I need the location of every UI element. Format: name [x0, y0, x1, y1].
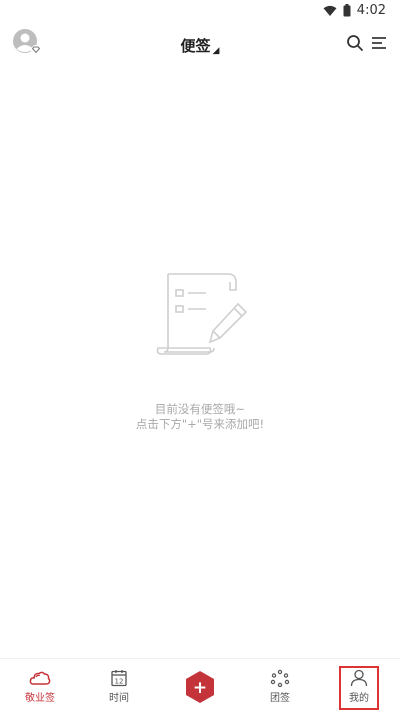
nav-label-tuanqian: 团签 — [270, 693, 290, 704]
status-right: 4:02 — [323, 3, 386, 18]
add-icon: + — [193, 678, 207, 698]
app-header: 便签 ◢ — [0, 26, 400, 62]
svg-text:12: 12 — [115, 678, 124, 686]
highlight-annotation — [339, 666, 379, 710]
add-note-button[interactable]: + — [183, 670, 217, 704]
empty-notes-illustration — [156, 273, 248, 355]
cloud-icon — [29, 671, 51, 685]
page-title-text: 便签 — [180, 37, 211, 55]
nav-label-time: 时间 — [109, 693, 129, 704]
nav-tuanqian[interactable]: 团签 — [252, 669, 308, 709]
status-time: 4:02 — [356, 3, 386, 18]
battery-icon — [343, 4, 351, 17]
page-title[interactable]: 便签 ◢ — [0, 35, 400, 56]
empty-state-line1: 目前没有便签哦~ — [154, 402, 246, 416]
nav-label-jingyeqian: 敬业签 — [25, 693, 55, 704]
empty-state-message: 目前没有便签哦~ 点击下方"+"号来添加吧! — [0, 402, 400, 432]
group-icon — [270, 669, 290, 687]
title-dropdown-icon: ◢ — [212, 46, 220, 56]
sort-menu-icon[interactable] — [370, 34, 388, 52]
nav-jingyeqian[interactable]: 敬业签 — [12, 669, 68, 709]
empty-state-line2: 点击下方"+"号来添加吧! — [135, 417, 265, 431]
calendar-icon: 12 — [111, 670, 127, 687]
nav-time[interactable]: 12 时间 — [91, 669, 147, 709]
status-bar: 4:02 — [0, 0, 400, 24]
wifi-icon — [323, 5, 337, 16]
search-icon[interactable] — [346, 34, 364, 52]
